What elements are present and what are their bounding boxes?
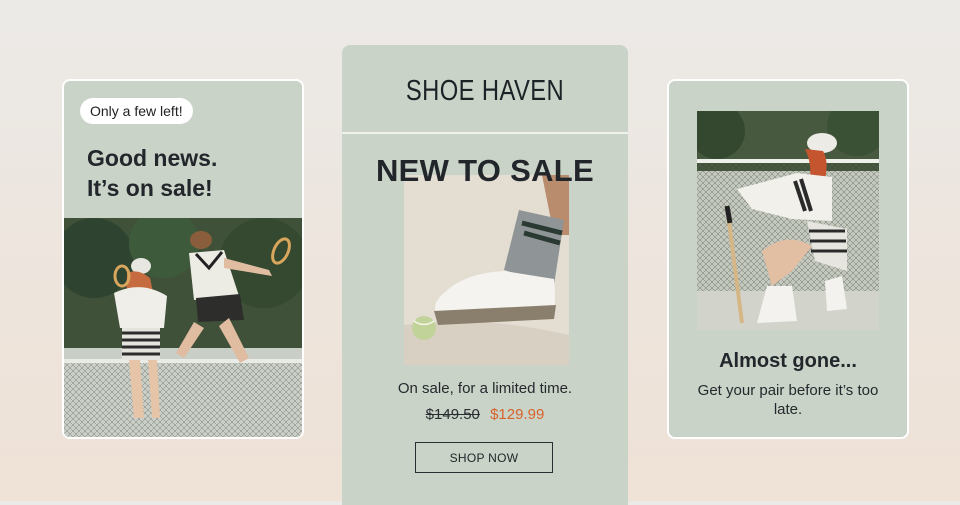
shop-now-button[interactable]: SHOP NOW [415, 442, 553, 473]
sale-title: NEW TO SALE [375, 153, 594, 188]
sneaker-photo [404, 175, 569, 365]
right-promo-card[interactable]: Almost gone... Get your pair before it’s… [667, 79, 909, 439]
right-subtext: Get your pair before it’s too late. [697, 382, 879, 418]
right-headline: Almost gone... [719, 350, 857, 372]
original-price: $149.50 [425, 406, 480, 423]
header-divider [342, 132, 628, 134]
stock-badge: Only a few left! [80, 98, 193, 124]
brand-logo: SHOE HAVEN [405, 75, 565, 107]
price-row: $149.50 $129.99 [342, 406, 628, 423]
headline-line-2: It’s on sale! [87, 175, 213, 201]
left-headline: Good news. It’s on sale! [87, 143, 297, 203]
sale-tagline: On sale, for a limited time. [397, 380, 573, 397]
left-promo-card[interactable]: Only a few left! Good news. It’s on sale… [62, 79, 304, 439]
tennis-players-photo [64, 218, 302, 437]
sale-price: $129.99 [490, 406, 545, 423]
center-promo-card[interactable]: SHOE HAVEN NEW TO SALE On sale, for a li… [342, 45, 628, 505]
headline-line-1: Good news. [87, 145, 218, 171]
tennis-woman-photo [697, 111, 879, 330]
